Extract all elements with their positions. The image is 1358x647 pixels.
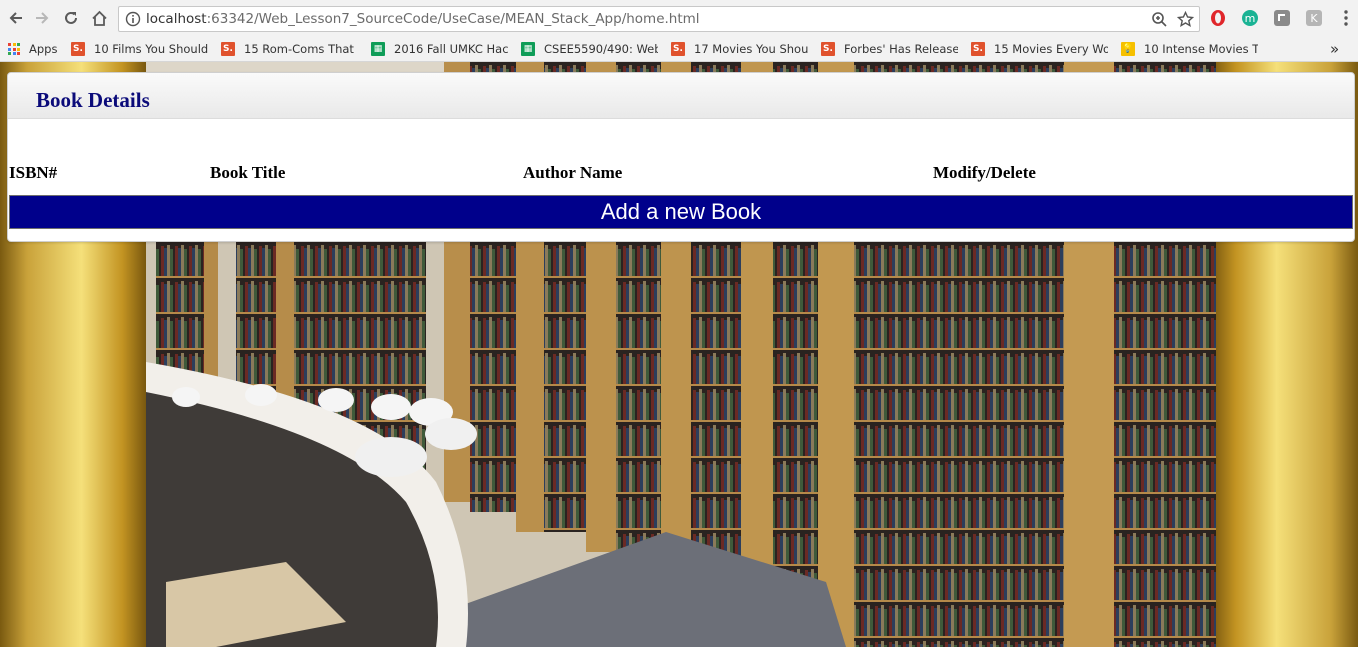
- bookmark-label: 10 Intense Movies Th: [1144, 42, 1258, 56]
- bookmark-item[interactable]: ▦ CSEE5590/490: Web/: [521, 39, 658, 59]
- s-favicon: S.: [971, 42, 985, 56]
- opera-icon[interactable]: [1209, 9, 1227, 27]
- home-icon[interactable]: [89, 8, 109, 28]
- svg-text:m: m: [1245, 12, 1256, 25]
- menu-dots-icon[interactable]: [1337, 9, 1355, 27]
- s-favicon: S.: [671, 42, 685, 56]
- bookmark-item[interactable]: S. Forbes' Has Released: [821, 39, 958, 59]
- apps-grid-icon: [8, 43, 20, 55]
- bookmarks-overflow[interactable]: »: [1330, 39, 1346, 59]
- url-host: localhost: [146, 11, 207, 27]
- book-details-panel: Book Details ISBN# Book Title Author Nam…: [7, 72, 1355, 242]
- bookmark-item[interactable]: 💡 10 Intense Movies Th: [1121, 39, 1258, 59]
- sheets-favicon: ▦: [371, 42, 385, 56]
- column-header-book-title: Book Title: [210, 163, 286, 182]
- bookmark-item[interactable]: S. 17 Movies You Shoul: [671, 39, 808, 59]
- puzzle-extension-icon[interactable]: [1273, 9, 1291, 27]
- bookmark-item[interactable]: S. 10 Films You Should W: [71, 39, 208, 59]
- s-favicon: S.: [71, 42, 85, 56]
- url-text[interactable]: localhost:63342/Web_Lesson7_SourceCode/U…: [146, 11, 700, 27]
- url-path: :63342/Web_Lesson7_SourceCode/UseCase/ME…: [206, 11, 700, 27]
- bookmark-label: 15 Rom-Coms That W: [244, 42, 358, 56]
- bookmark-apps[interactable]: Apps: [8, 39, 64, 59]
- reload-icon[interactable]: [61, 8, 81, 28]
- bookmark-label: Apps: [29, 42, 58, 56]
- back-arrow-icon[interactable]: [6, 8, 26, 28]
- s-favicon: S.: [821, 42, 835, 56]
- bookmark-label: Forbes' Has Released: [844, 42, 958, 56]
- bookmark-item[interactable]: S. 15 Movies Every Wor: [971, 39, 1108, 59]
- m-extension-icon[interactable]: m: [1241, 9, 1259, 27]
- bulb-favicon: 💡: [1121, 42, 1135, 56]
- star-icon[interactable]: [1176, 10, 1195, 28]
- s-favicon: S.: [221, 42, 235, 56]
- bookmark-label: 17 Movies You Shoul: [694, 42, 808, 56]
- panel-heading: Book Details: [8, 73, 1354, 119]
- k-extension-icon[interactable]: K: [1305, 9, 1323, 27]
- bookmark-item[interactable]: ▦ 2016 Fall UMKC Hack: [371, 39, 508, 59]
- bookmark-label: CSEE5590/490: Web/: [544, 42, 658, 56]
- add-new-book-button[interactable]: Add a new Book: [9, 195, 1353, 229]
- panel-title: Book Details: [36, 88, 150, 112]
- bookmark-label: 15 Movies Every Wor: [994, 42, 1108, 56]
- column-header-modify-delete: Modify/Delete: [933, 163, 1036, 182]
- column-header-author-name: Author Name: [523, 163, 623, 182]
- zoom-icon[interactable]: [1151, 11, 1168, 28]
- svg-text:K: K: [1310, 12, 1318, 25]
- bookmarks-bar: Apps S. 10 Films You Should W S. 15 Rom-…: [0, 36, 1358, 62]
- forward-arrow-icon[interactable]: [32, 8, 52, 28]
- column-header-isbn: ISBN#: [9, 163, 58, 182]
- bookmark-label: 10 Films You Should W: [94, 42, 208, 56]
- browser-toolbar: localhost:63342/Web_Lesson7_SourceCode/U…: [0, 0, 1358, 36]
- address-bar[interactable]: localhost:63342/Web_Lesson7_SourceCode/U…: [118, 6, 1200, 32]
- bookmark-item[interactable]: S. 15 Rom-Coms That W: [221, 39, 358, 59]
- info-icon[interactable]: [125, 11, 141, 27]
- bookmark-label: 2016 Fall UMKC Hack: [394, 42, 508, 56]
- sheets-favicon: ▦: [521, 42, 535, 56]
